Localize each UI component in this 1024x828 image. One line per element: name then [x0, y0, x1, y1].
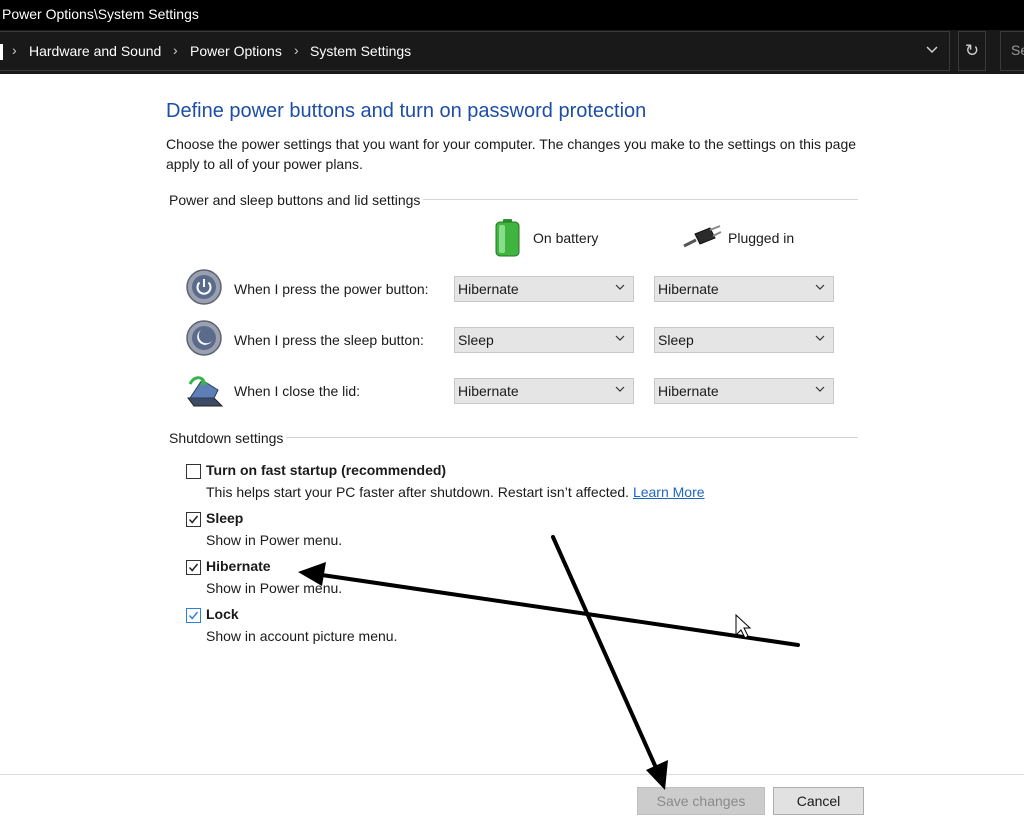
chevron-down-icon: [815, 335, 825, 341]
chevron-down-icon: [615, 386, 625, 392]
sleep-button-plugged-select[interactable]: Sleep: [654, 327, 834, 353]
chevron-down-icon: [926, 46, 938, 54]
power-button-plugged-select[interactable]: Hibernate: [654, 276, 834, 302]
lock-checkbox[interactable]: [186, 608, 201, 623]
page-description: Choose the power settings that you want …: [166, 136, 857, 172]
sleep-option-description: Show in Power menu.: [206, 532, 343, 548]
address-history-dropdown[interactable]: [922, 42, 942, 62]
sleep-option-label[interactable]: Sleep: [206, 510, 243, 526]
column-on-battery: On battery: [533, 230, 599, 246]
title-bar: Power Options\System Settings: [0, 0, 1024, 30]
section-label-shutdown: Shutdown settings: [166, 430, 287, 446]
fast-startup-checkbox[interactable]: [186, 464, 201, 479]
annotation-arrow-to-save: [551, 535, 668, 790]
checkmark-icon: [188, 611, 199, 620]
lid-plugged-select[interactable]: Hibernate: [654, 378, 834, 404]
power-plug-icon: [683, 225, 722, 248]
column-plugged-in: Plugged in: [728, 230, 795, 246]
laptop-lid-icon: [187, 376, 224, 407]
checkmark-icon: [188, 563, 199, 572]
breadcrumb-overflow-marker: [0, 44, 3, 60]
refresh-button[interactable]: ↻: [958, 31, 986, 71]
row-label-power-button: When I press the power button:: [234, 281, 429, 297]
selected-value: Hibernate: [658, 383, 719, 399]
selected-value: Hibernate: [458, 281, 519, 297]
sleep-button-battery-select[interactable]: Sleep: [454, 327, 634, 353]
page-title: Define power buttons and turn on passwor…: [166, 100, 647, 122]
breadcrumb-system-settings[interactable]: System Settings: [310, 43, 411, 59]
row-label-sleep-button: When I press the sleep button:: [234, 332, 424, 348]
selected-value: Sleep: [458, 332, 494, 348]
hibernate-option-description: Show in Power menu.: [206, 580, 343, 596]
fast-startup-description: This helps start your PC faster after sh…: [206, 484, 705, 500]
sleep-button-icon: [186, 320, 222, 356]
fast-startup-desc-text: This helps start your PC faster after sh…: [206, 484, 630, 500]
chevron-down-icon: [815, 386, 825, 392]
battery-icon: [495, 219, 520, 257]
chevron-down-icon: [615, 335, 625, 341]
chevron-right-icon: ›: [12, 42, 17, 58]
lock-option-description: Show in account picture menu.: [206, 628, 398, 644]
address-bar: › Hardware and Sound › Power Options › S…: [0, 30, 1024, 74]
search-placeholder: Se: [1011, 42, 1024, 58]
save-changes-button[interactable]: Save changes: [637, 787, 765, 815]
footer-divider: [0, 774, 1024, 775]
selected-value: Hibernate: [658, 281, 719, 297]
breadcrumb[interactable]: › Hardware and Sound › Power Options › S…: [0, 31, 950, 71]
mouse-cursor-icon: [735, 613, 752, 639]
fast-startup-label[interactable]: Turn on fast startup (recommended): [206, 462, 446, 478]
refresh-icon: ↻: [964, 41, 980, 60]
breadcrumb-power-options[interactable]: Power Options: [190, 43, 282, 59]
breadcrumb-hardware-and-sound[interactable]: Hardware and Sound: [29, 43, 161, 59]
hibernate-option-label[interactable]: Hibernate: [206, 558, 271, 574]
chevron-down-icon: [615, 284, 625, 290]
sleep-checkbox[interactable]: [186, 512, 201, 527]
selected-value: Hibernate: [458, 383, 519, 399]
chevron-down-icon: [815, 284, 825, 290]
selected-value: Sleep: [658, 332, 694, 348]
lid-battery-select[interactable]: Hibernate: [454, 378, 634, 404]
annotation-overlay: [298, 535, 800, 790]
row-label-close-lid: When I close the lid:: [234, 383, 361, 399]
cancel-button[interactable]: Cancel: [773, 787, 864, 815]
checkmark-icon: [188, 515, 199, 524]
hibernate-checkbox[interactable]: [186, 560, 201, 575]
learn-more-link[interactable]: Learn More: [633, 484, 705, 500]
search-input[interactable]: Se: [1000, 31, 1024, 71]
chevron-right-icon: ›: [294, 42, 299, 58]
lock-option-label[interactable]: Lock: [206, 606, 239, 622]
chevron-right-icon: ›: [173, 42, 178, 58]
power-button-battery-select[interactable]: Hibernate: [454, 276, 634, 302]
power-button-icon: [186, 269, 222, 305]
section-label-buttons: Power and sleep buttons and lid settings: [166, 192, 424, 208]
window-title: Power Options\System Settings: [2, 6, 199, 22]
